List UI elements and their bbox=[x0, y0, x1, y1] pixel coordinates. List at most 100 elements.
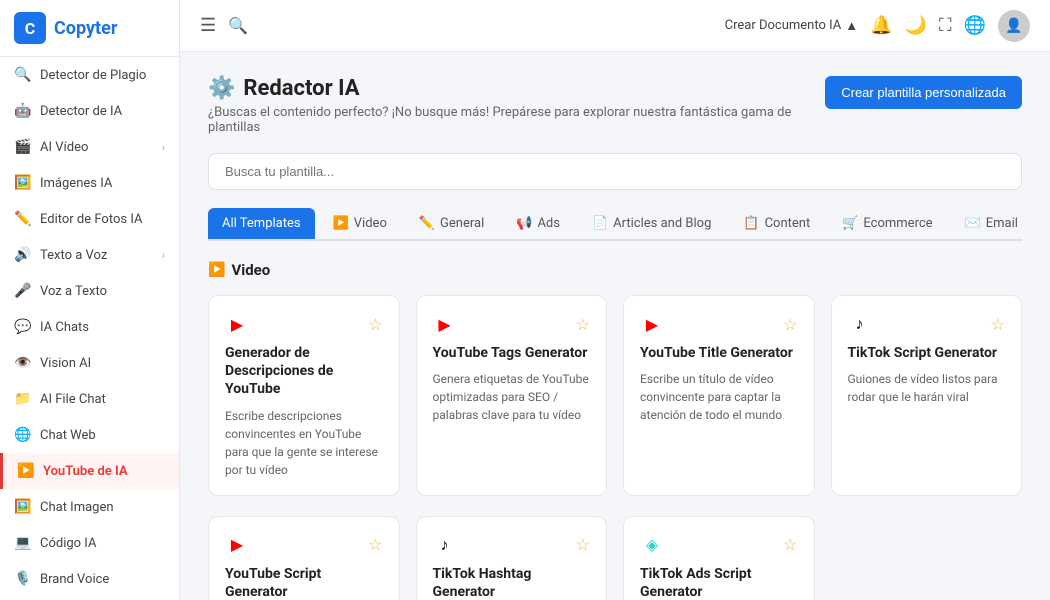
sidebar-item-editor-fotos-ia[interactable]: ✏️ Editor de Fotos IA bbox=[0, 201, 179, 237]
sidebar-item-voz-a-texto[interactable]: 🎤 Voz a Texto bbox=[0, 273, 179, 309]
search-input[interactable] bbox=[208, 153, 1022, 190]
sidebar-item-chat-web[interactable]: 🌐 Chat Web bbox=[0, 417, 179, 453]
sidebar-item-ai-file-chat[interactable]: 📁 AI File Chat bbox=[0, 381, 179, 417]
logo-box: C bbox=[14, 12, 46, 44]
sidebar-label-chat-imagen: Chat Imagen bbox=[40, 500, 114, 515]
platform-icon: ◈ bbox=[640, 533, 664, 557]
sidebar-item-chat-imagen[interactable]: 🖼️ Chat Imagen bbox=[0, 489, 179, 525]
card-row2-2[interactable]: ◈ ☆ TikTok Ads Script Generator Create a… bbox=[623, 516, 815, 600]
sidebar-label-detector-ia: Detector de IA bbox=[40, 104, 122, 119]
tab-icon-articles: 📄 bbox=[592, 216, 608, 231]
sidebar-label-brand-voice: Brand Voice bbox=[40, 572, 109, 587]
platform-icon: ♪ bbox=[848, 312, 872, 336]
topbar-right: Crear Documento IA ▲ 🔔 🌙 ⛶ 🌐 👤 bbox=[725, 10, 1030, 42]
tab-ads[interactable]: 📢 Ads bbox=[502, 208, 574, 241]
sidebar-item-detector-ia[interactable]: 🤖 Detector de IA bbox=[0, 93, 179, 129]
tab-video[interactable]: ▶️ Video bbox=[319, 208, 401, 241]
moon-icon[interactable]: 🌙 bbox=[905, 15, 927, 36]
tab-label-all: All Templates bbox=[222, 216, 301, 231]
tab-label-video: Video bbox=[354, 216, 387, 231]
sidebar-item-brand-voice[interactable]: 🎙️ Brand Voice bbox=[0, 561, 179, 597]
sidebar-item-ai-video[interactable]: 🎬 AI Vídeo › bbox=[0, 129, 179, 165]
sidebar-item-detector-plagio[interactable]: 🔍 Detector de Plagio bbox=[0, 57, 179, 93]
card-title: YouTube Script Generator bbox=[225, 565, 383, 600]
sidebar-icon-brand-voice: 🎙️ bbox=[14, 570, 32, 588]
card-row1-1[interactable]: ▶ ☆ YouTube Tags Generator Genera etique… bbox=[416, 295, 608, 496]
tab-label-general: General bbox=[440, 216, 484, 231]
language-icon[interactable]: 🌐 bbox=[964, 15, 986, 36]
search-icon[interactable]: 🔍 bbox=[228, 16, 248, 35]
tab-content[interactable]: 📋 Content bbox=[729, 208, 824, 241]
sidebar-item-codigo-ia[interactable]: 💻 Código IA bbox=[0, 525, 179, 561]
sidebar-item-youtube-de-ia[interactable]: ▶️ YouTube de IA bbox=[0, 453, 179, 489]
avatar[interactable]: 👤 bbox=[998, 10, 1030, 42]
logo-letter: C bbox=[25, 19, 35, 38]
page-title: ⚙️ Redactor IA bbox=[208, 76, 825, 101]
card-title: YouTube Tags Generator bbox=[433, 344, 591, 362]
chevron-icon: › bbox=[162, 141, 165, 154]
star-icon[interactable]: ☆ bbox=[783, 315, 797, 334]
sidebar-icon-detector-ia: 🤖 bbox=[14, 102, 32, 120]
card-title: TikTok Hashtag Generator bbox=[433, 565, 591, 600]
star-icon[interactable]: ☆ bbox=[991, 315, 1005, 334]
tab-ecommerce[interactable]: 🛒 Ecommerce bbox=[828, 208, 946, 241]
platform-icon: ▶ bbox=[225, 533, 249, 557]
tab-all[interactable]: All Templates bbox=[208, 208, 315, 241]
card-header: ♪ ☆ bbox=[433, 533, 591, 557]
card-title: Generador de Descripciones de YouTube bbox=[225, 344, 383, 399]
video-section-icon: ▶️ bbox=[208, 262, 225, 278]
tab-articles[interactable]: 📄 Articles and Blog bbox=[578, 208, 725, 241]
notification-icon[interactable]: 🔔 bbox=[870, 15, 892, 36]
sidebar-label-codigo-ia: Código IA bbox=[40, 536, 96, 551]
card-desc: Escribe un título de vídeo convincente p… bbox=[640, 370, 798, 424]
sidebar-icon-imagenes-ia: 🖼️ bbox=[14, 174, 32, 192]
platform-icon: ▶ bbox=[640, 312, 664, 336]
star-icon[interactable]: ☆ bbox=[576, 535, 590, 554]
tab-icon-video: ▶️ bbox=[333, 216, 349, 231]
star-icon[interactable]: ☆ bbox=[576, 315, 590, 334]
crear-documento-btn[interactable]: Crear Documento IA ▲ bbox=[725, 18, 859, 34]
tab-label-articles: Articles and Blog bbox=[613, 216, 711, 231]
page-header: ⚙️ Redactor IA ¿Buscas el contenido perf… bbox=[208, 76, 1022, 135]
sidebar-label-ia-chats: IA Chats bbox=[40, 320, 89, 335]
topbar-left: ☰ 🔍 bbox=[200, 15, 248, 36]
page-title-text: Redactor IA bbox=[243, 76, 359, 101]
card-desc: Escribe descripciones convincentes en Yo… bbox=[225, 407, 383, 479]
sidebar-icon-detector-plagio: 🔍 bbox=[14, 66, 32, 84]
sidebar-icon-chat-imagen: 🖼️ bbox=[14, 498, 32, 516]
tab-email[interactable]: ✉️ Email bbox=[951, 208, 1022, 241]
card-row1-0[interactable]: ▶ ☆ Generador de Descripciones de YouTub… bbox=[208, 295, 400, 496]
tab-general[interactable]: ✏️ General bbox=[405, 208, 498, 241]
card-header: ▶ ☆ bbox=[225, 533, 383, 557]
sidebar-label-detector-plagio: Detector de Plagio bbox=[40, 68, 146, 83]
card-header: ◈ ☆ bbox=[640, 533, 798, 557]
card-row1-2[interactable]: ▶ ☆ YouTube Title Generator Escribe un t… bbox=[623, 295, 815, 496]
video-section-label: Video bbox=[231, 261, 270, 279]
fullscreen-icon[interactable]: ⛶ bbox=[939, 15, 952, 36]
tab-label-ecommerce: Ecommerce bbox=[863, 216, 932, 231]
menu-icon[interactable]: ☰ bbox=[200, 15, 216, 36]
star-icon[interactable]: ☆ bbox=[368, 535, 382, 554]
tab-icon-ads: 📢 bbox=[516, 216, 532, 231]
create-template-btn[interactable]: Crear plantilla personalizada bbox=[825, 76, 1022, 109]
page-title-group: ⚙️ Redactor IA ¿Buscas el contenido perf… bbox=[208, 76, 825, 135]
topbar: ☰ 🔍 Crear Documento IA ▲ 🔔 🌙 ⛶ 🌐 👤 bbox=[180, 0, 1050, 52]
card-row2-1[interactable]: ♪ ☆ TikTok Hashtag Generator Generate Ti… bbox=[416, 516, 608, 600]
card-row2-0[interactable]: ▶ ☆ YouTube Script Generator Crea rápida… bbox=[208, 516, 400, 600]
star-icon[interactable]: ☆ bbox=[783, 535, 797, 554]
sidebar-label-texto-a-voz: Texto a Voz bbox=[40, 248, 107, 263]
card-row1-3[interactable]: ♪ ☆ TikTok Script Generator Guiones de v… bbox=[831, 295, 1023, 496]
sidebar-item-imagenes-ia[interactable]: 🖼️ Imágenes IA bbox=[0, 165, 179, 201]
sidebar-item-vision-ai[interactable]: 👁️ Vision AI bbox=[0, 345, 179, 381]
sidebar-label-editor-fotos-ia: Editor de Fotos IA bbox=[40, 212, 142, 227]
sidebar-label-vision-ai: Vision AI bbox=[40, 356, 91, 371]
card-desc: Guiones de vídeo listos para rodar que l… bbox=[848, 370, 1006, 406]
sidebar-icon-ai-file-chat: 📁 bbox=[14, 390, 32, 408]
card-title: TikTok Script Generator bbox=[848, 344, 1006, 362]
sidebar-label-youtube-de-ia: YouTube de IA bbox=[43, 464, 128, 479]
sidebar-item-ia-chats[interactable]: 💬 IA Chats bbox=[0, 309, 179, 345]
sidebar: C Copyter 🔍 Detector de Plagio 🤖 Detecto… bbox=[0, 0, 180, 600]
star-icon[interactable]: ☆ bbox=[368, 315, 382, 334]
sidebar-item-texto-a-voz[interactable]: 🔊 Texto a Voz › bbox=[0, 237, 179, 273]
sidebar-icon-chat-web: 🌐 bbox=[14, 426, 32, 444]
